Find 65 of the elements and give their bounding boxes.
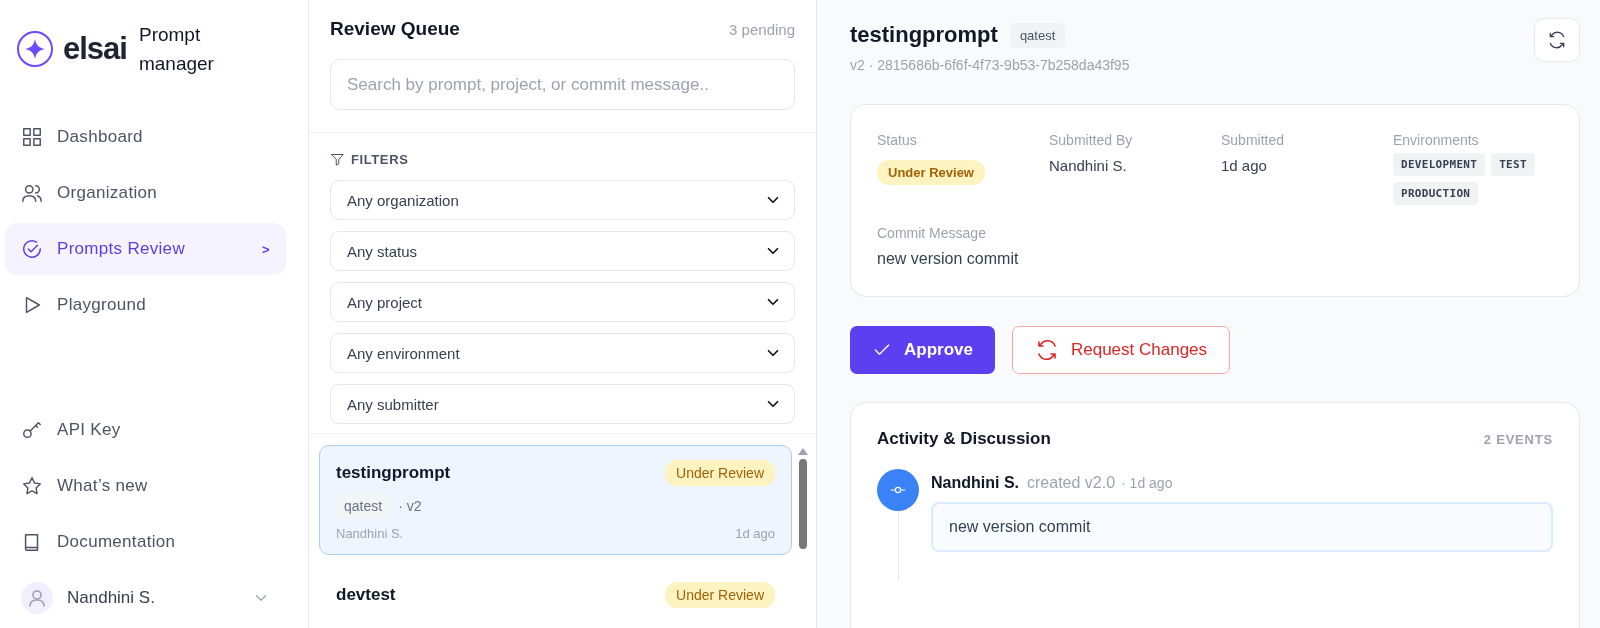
nav-item[interactable]: API Key [5,404,286,456]
search-field[interactable]: Search by prompt, project, or commit message.. [330,59,795,110]
nav-item[interactable]: Documentation [5,516,286,568]
grid-icon [21,126,43,148]
environment-tag: DEVELOPMENT [1393,153,1486,176]
field-value: 1d ago [1221,157,1268,174]
nav-item[interactable]: Prompts Review > [5,223,286,275]
version-id: v2 · 2815686b-6f6f-4f73-9b53-7b258da43f95 [850,57,1130,73]
field-label: Submitted By [1049,132,1134,148]
activity-title: Activity & Discussion [877,429,1051,449]
submitter-name: Nandhini S. [336,526,404,541]
environment-tag: PRODUCTION [1393,182,1479,205]
status-badge: Under Review [877,160,985,185]
event-count: 2 EVENTS [1483,431,1553,447]
project-tag: qatest [336,494,391,518]
filter-dropdown[interactable]: Any submitter [330,384,795,424]
request-changes-button[interactable]: Request Changes [1011,326,1231,374]
refresh-button[interactable] [1534,18,1580,62]
chevron: > [262,241,270,257]
comment-box: new version commit [931,502,1553,552]
panel-title: Review Queue [330,18,460,40]
time-label: 1d ago [735,526,775,541]
nav-item[interactable]: Organization [5,167,286,219]
check-circle-icon [21,238,43,260]
filters-label: FILTERS [351,152,409,167]
status-badge: Under Review [665,582,775,608]
author-name: Nandhini S. [931,474,1019,492]
filter-dropdown[interactable]: Any project [330,282,795,322]
field-value: Nandhini S. [1049,157,1128,174]
filter-dropdown[interactable]: Any status [330,231,795,271]
logo-wordmark: elsai [63,31,127,67]
queue-card[interactable]: devtest Under Review [319,567,792,622]
prompt-name: testingprompt [336,463,451,483]
field-label: Submitted [1221,132,1286,148]
scroll-up-icon [798,448,808,455]
field-label: Environments [1393,132,1480,148]
prompt-name: devtest [336,585,396,605]
logo-icon [15,29,55,69]
scrollbar-thumb[interactable] [799,459,807,549]
queue-card[interactable]: testingprompt Under Review qatest · v2 Nandhini S. 1d ago [319,445,792,555]
key-icon [21,419,43,441]
version-label: · v2 [398,498,422,514]
star-icon [21,475,43,497]
event-action: created v2.0 [1027,474,1116,492]
prompt-title: testingprompt [850,22,998,48]
nav-item[interactable]: What’s new [5,460,286,512]
avatar-icon [21,582,53,614]
filter-dropdown[interactable]: Any environment [330,333,795,373]
event-time: · 1d ago [1121,475,1173,491]
nav-item[interactable]: Playground [5,279,286,331]
environment-tag: TEST [1491,153,1535,176]
commit-message: new version commit [877,250,1020,268]
user-name: Nandhini S. [67,588,155,608]
filter-icon [330,152,345,167]
status-badge: Under Review [665,460,775,486]
users-icon [21,182,43,204]
filter-dropdown[interactable]: Any organization [330,180,795,220]
nav-item[interactable]: Dashboard [5,111,286,163]
refresh-icon [1547,30,1567,50]
product-name: Prompt manager [138,23,215,76]
pending-count: 3 pending [729,20,795,38]
approve-button[interactable]: Approve [850,326,995,374]
field-label: Status [877,132,918,148]
project-tag: qatest [1009,22,1066,48]
field-label: Commit Message [877,225,987,241]
